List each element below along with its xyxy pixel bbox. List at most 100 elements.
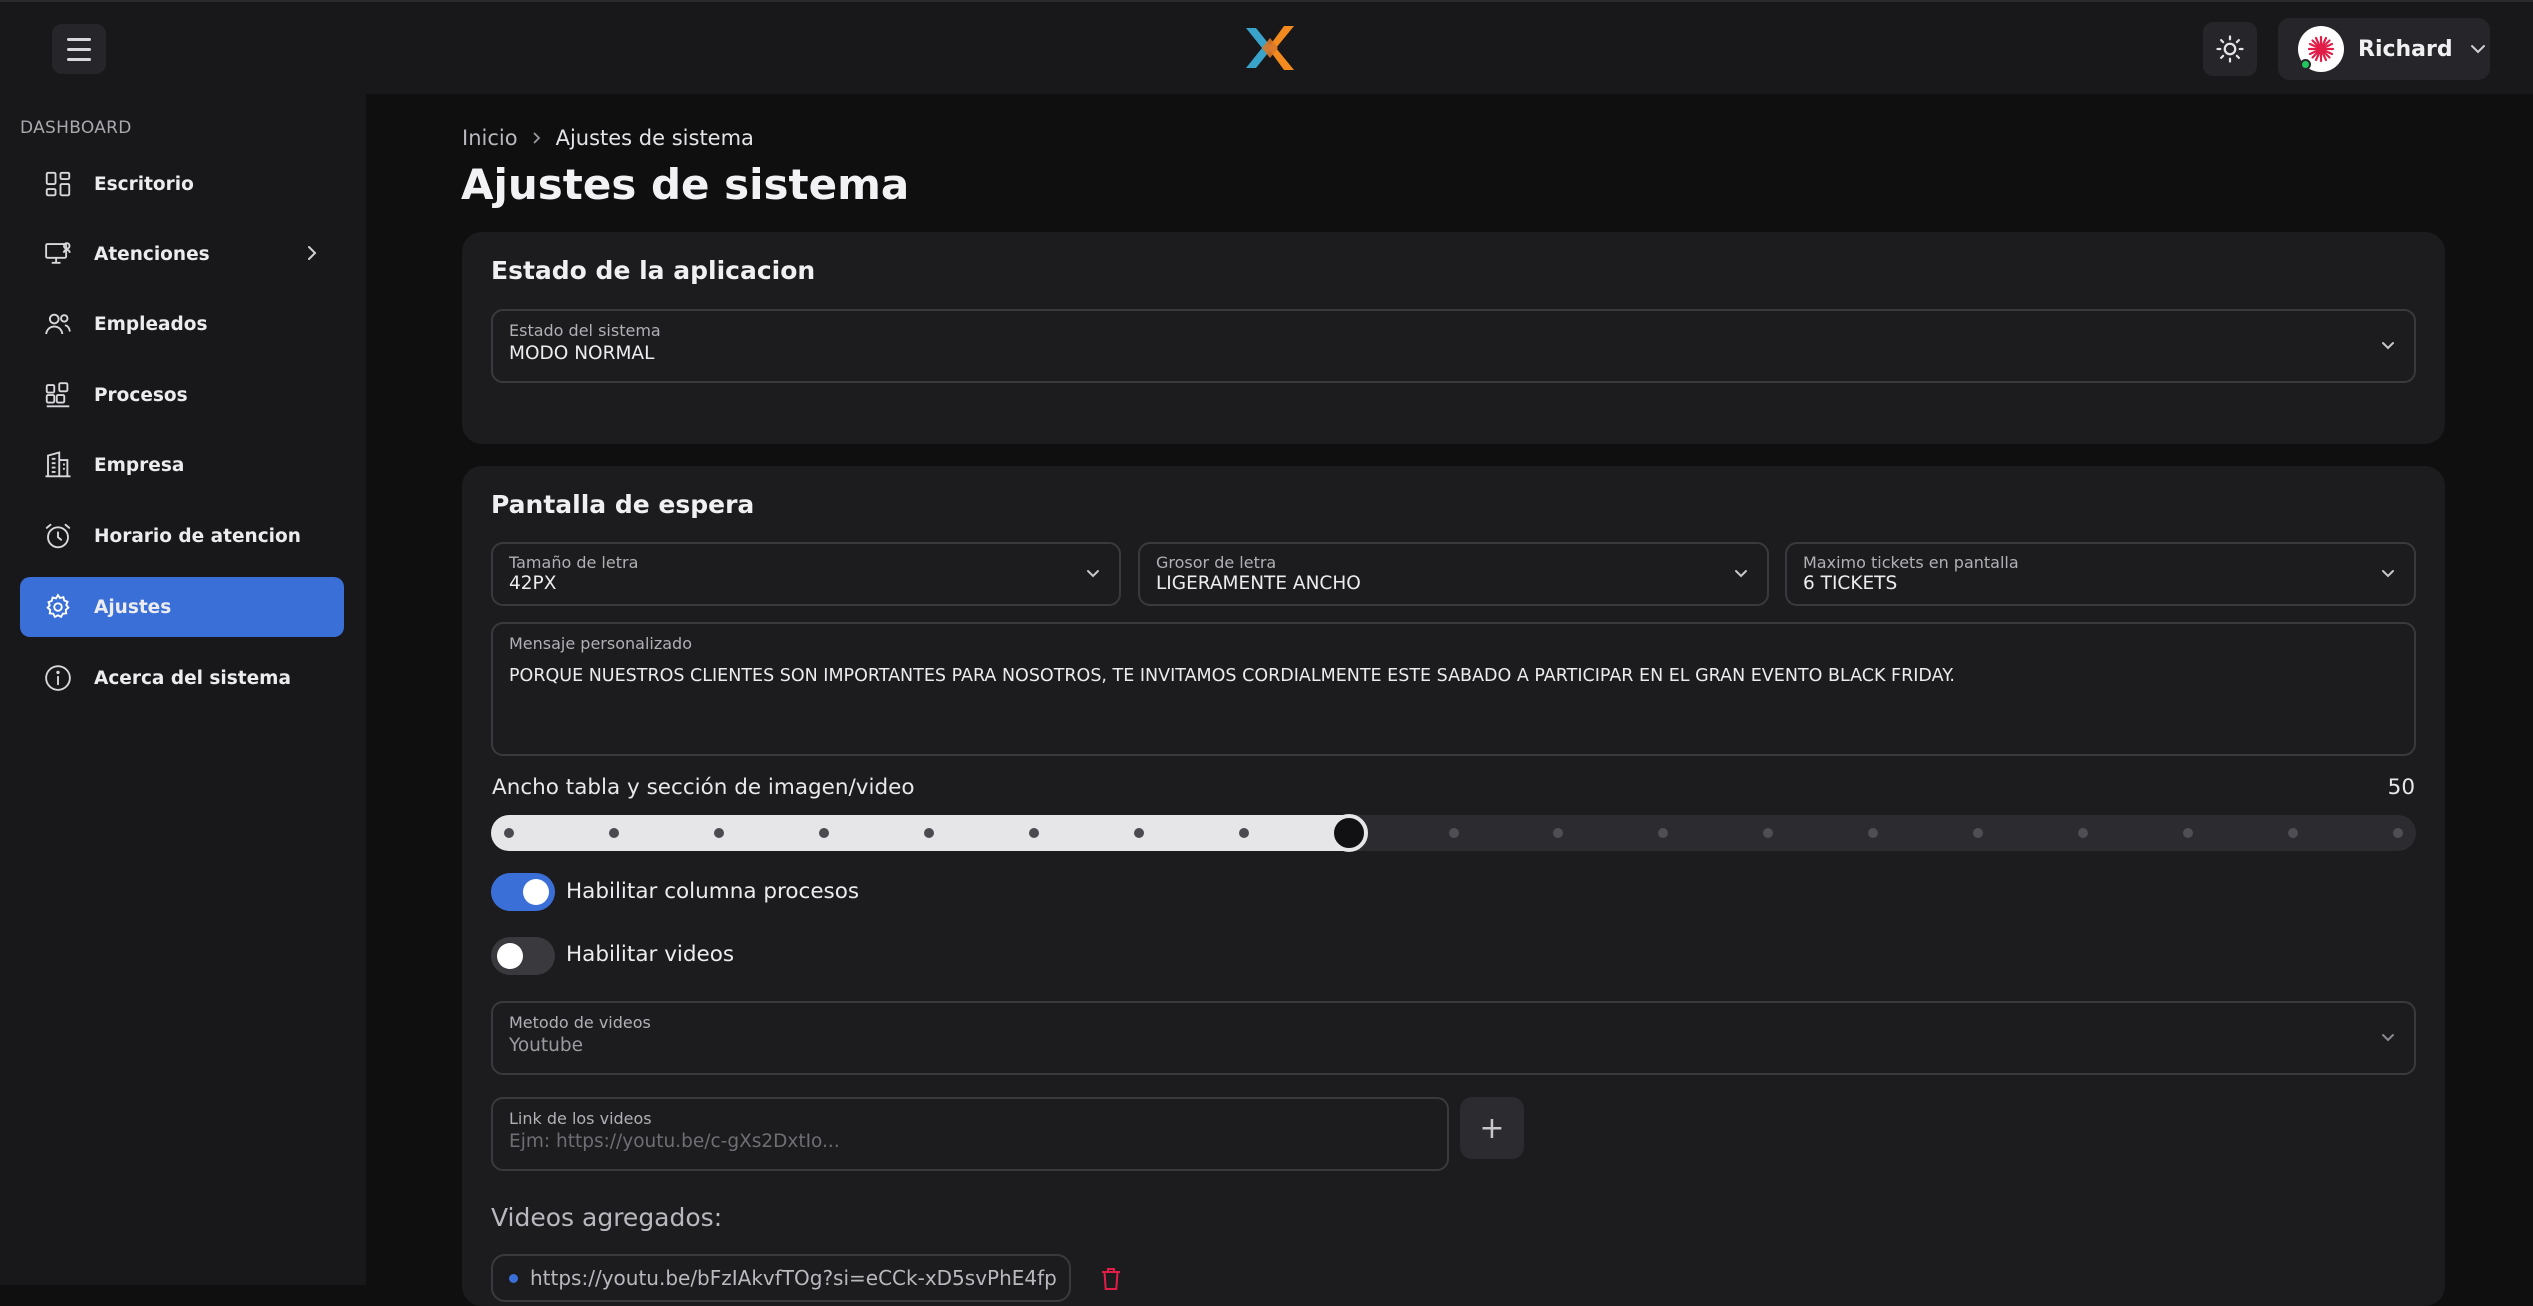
bullet-dot [509,1273,518,1283]
video-link-input[interactable]: Link de los videos Ejm: https://youtu.be… [491,1097,1449,1171]
slider-thumb[interactable] [1329,814,1368,852]
sidebar-item-label: Empresa [94,454,185,476]
slider-tick [1658,828,1669,838]
field-label: Maximo tickets en pantalla [1803,553,2019,572]
toggle-label: Habilitar columna procesos [566,879,860,904]
toggle-knob [523,879,549,905]
hamburger-icon [67,37,91,41]
info-icon [42,662,74,694]
slider-value: 50 [2387,775,2415,800]
sidebar-item-label: Atenciones [94,243,210,265]
slider-tick [1553,828,1564,838]
chevron-down-icon [2382,342,2394,350]
avatar [2298,26,2344,72]
field-label: Metodo de videos [509,1013,651,1032]
sidebar-item-label: Horario de atencion [94,525,301,547]
slider-tick [818,828,829,838]
theme-toggle-button[interactable] [2203,22,2257,76]
sidebar-item-label: Empleados [94,313,208,335]
chevron-down-icon [2470,45,2485,54]
slider-tick [1133,828,1144,838]
field-label: Mensaje personalizado [509,634,692,653]
sidebar: DASHBOARD Escritorio Atenciones Empleado… [0,94,366,1285]
chevron-down-icon [2382,570,2394,578]
chevron-down-icon [1087,570,1099,578]
slider-tick [923,828,934,838]
monitor-user-icon [42,238,74,270]
videos-toggle[interactable] [491,937,555,975]
toggle-knob [497,943,523,969]
slider-tick [2288,828,2299,838]
slider-tick [1868,828,1879,838]
chevron-right-icon [308,246,317,260]
hamburger-menu-button[interactable] [52,24,106,74]
online-status-dot [2300,59,2311,70]
user-menu-button[interactable]: Richard [2278,18,2490,80]
slider-label: Ancho tabla y sección de imagen/video [492,775,915,800]
breadcrumb-current: Ajustes de sistema [555,126,754,150]
sidebar-item-atenciones[interactable]: Atenciones [20,224,344,284]
slider-tick [2183,828,2194,838]
font-size-select[interactable]: Tamaño de letra 42PX [491,542,1121,606]
breadcrumb: Inicio Ajustes de sistema [462,126,754,150]
app-logo[interactable] [1240,18,1300,78]
video-link-placeholder: Ejm: https://youtu.be/c-gXs2DxtIo... [509,1131,840,1152]
alarm-clock-icon [42,520,74,552]
page-title: Ajustes de sistema [461,160,910,209]
chevron-down-icon [1735,570,1747,578]
slider-tick [1238,828,1249,838]
breadcrumb-home-link[interactable]: Inicio [462,126,518,150]
video-method-select[interactable]: Metodo de videos Youtube [491,1001,2416,1075]
field-value: LIGERAMENTE ANCHO [1156,573,1361,594]
add-video-button[interactable]: + [1460,1097,1524,1159]
sidebar-item-label: Procesos [94,384,188,406]
processes-column-toggle[interactable] [491,873,555,911]
sidebar-item-label: Escritorio [94,173,194,195]
sidebar-item-label: Acerca del sistema [94,667,291,689]
waiting-screen-card: Pantalla de espera Tamaño de letra 42PX … [462,466,2445,1306]
field-label: Link de los videos [509,1109,652,1128]
dashboard-grid-icon [42,168,74,200]
field-label: Tamaño de letra [509,553,639,572]
slider-tick [713,828,724,838]
gear-icon [42,591,74,623]
chevron-down-icon [2382,1034,2394,1042]
toggle-label: Habilitar videos [566,942,735,967]
sidebar-item-empleados[interactable]: Empleados [20,294,344,354]
slider-tick [2078,828,2089,838]
field-value: MODO NORMAL [509,343,655,364]
sidebar-item-acerca[interactable]: Acerca del sistema [20,648,344,708]
blocks-icon [42,379,74,411]
field-value: PORQUE NUESTROS CLIENTES SON IMPORTANTES… [509,666,1955,686]
sidebar-item-procesos[interactable]: Procesos [20,365,344,425]
slider-tick [2393,828,2403,838]
trash-icon[interactable] [1100,1266,1122,1292]
custom-message-textarea[interactable]: Mensaje personalizado PORQUE NUESTROS CL… [491,622,2416,756]
field-value: Youtube [509,1035,583,1056]
field-value: 42PX [509,573,557,594]
user-name: Richard [2358,36,2453,62]
sun-icon [2216,35,2244,63]
sidebar-item-escritorio[interactable]: Escritorio [20,154,344,214]
sidebar-item-empresa[interactable]: Empresa [20,435,344,495]
field-label: Grosor de letra [1156,553,1277,572]
slider-tick [608,828,619,838]
chevron-right-icon [532,126,542,150]
sidebar-item-ajustes[interactable]: Ajustes [20,577,344,637]
slider-tick [504,828,514,838]
slider-tick [1448,828,1459,838]
max-tickets-select[interactable]: Maximo tickets en pantalla 6 TICKETS [1785,542,2416,606]
video-url: https://youtu.be/bFzIAkvfTOg?si=eCCk-xD5… [530,1266,1057,1290]
card-title: Pantalla de espera [491,490,755,519]
card-title: Estado de la aplicacion [491,256,816,285]
system-state-select[interactable]: Estado del sistema MODO NORMAL [491,309,2416,383]
videos-added-title: Videos agregados: [491,1203,723,1232]
plus-icon: + [1479,1110,1505,1146]
width-slider[interactable] [491,814,2416,852]
sidebar-section-label: DASHBOARD [20,118,132,138]
video-list-item[interactable]: https://youtu.be/bFzIAkvfTOg?si=eCCk-xD5… [491,1254,1071,1302]
slider-tick [1763,828,1774,838]
avatar-burst-icon [2307,35,2335,63]
sidebar-item-horario[interactable]: Horario de atencion [20,506,344,566]
font-weight-select[interactable]: Grosor de letra LIGERAMENTE ANCHO [1138,542,1769,606]
